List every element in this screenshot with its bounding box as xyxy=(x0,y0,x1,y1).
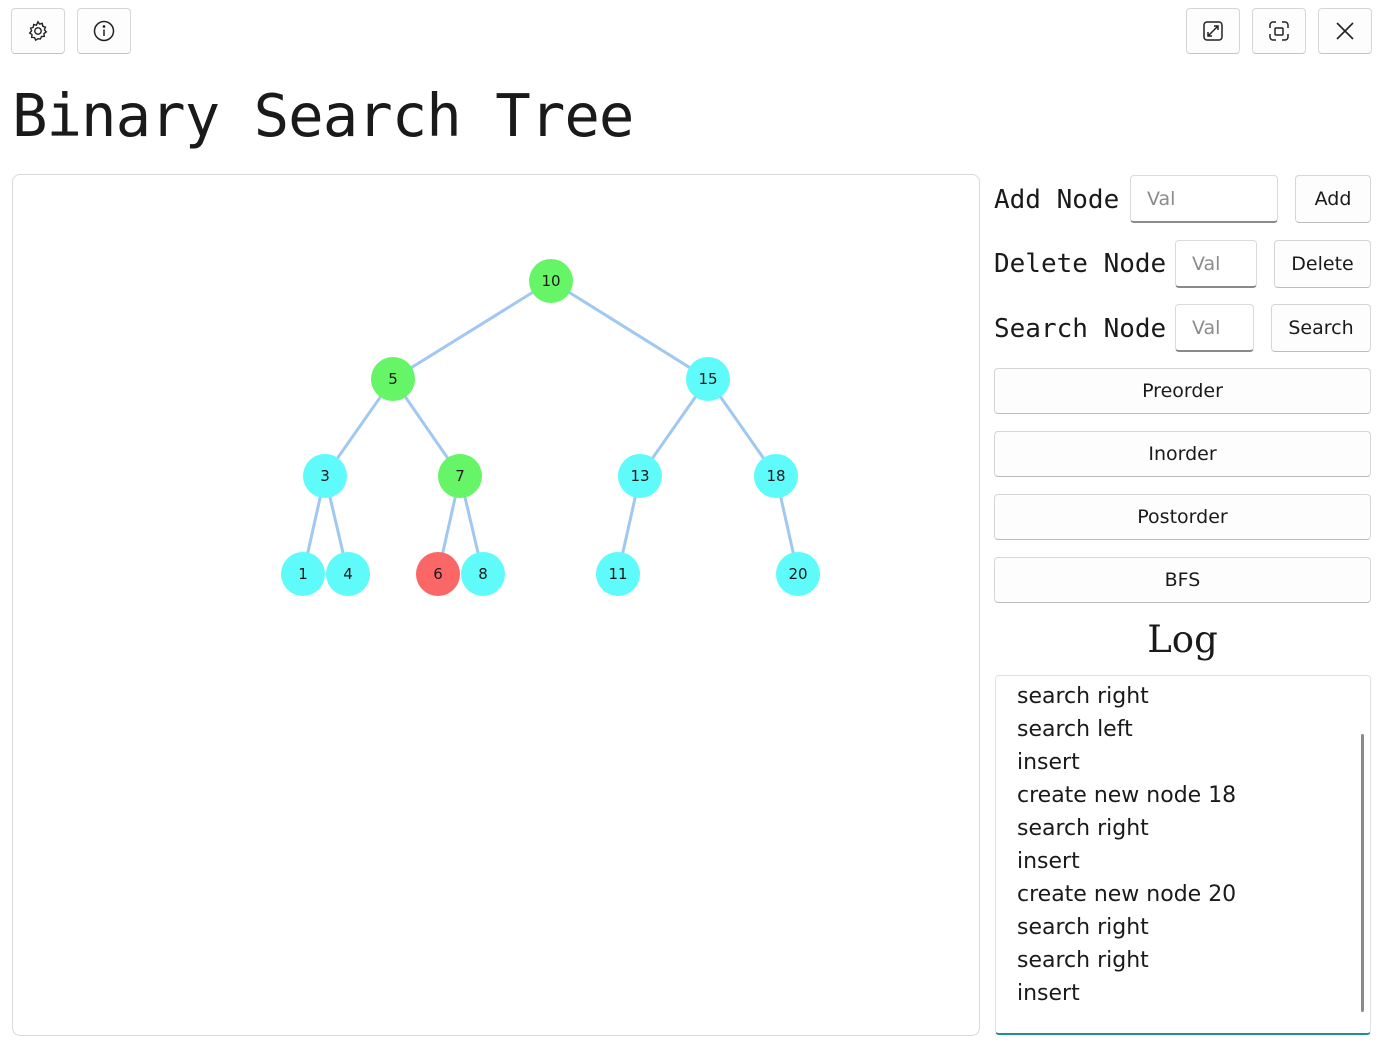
tree-node-11[interactable]: 11 xyxy=(596,552,640,596)
close-button[interactable] xyxy=(1318,8,1372,54)
log-title: Log xyxy=(1147,618,1218,661)
delete-value-input[interactable] xyxy=(1175,240,1257,288)
tree-node-label: 3 xyxy=(320,467,330,485)
tree-node-label: 18 xyxy=(766,467,785,485)
search-value-input[interactable] xyxy=(1175,304,1254,352)
tree-canvas[interactable]: 10 5 15 3 7 13 18 1 4 6 8 11 20 xyxy=(12,174,980,1036)
resize-button[interactable] xyxy=(1186,8,1240,54)
tree-node-label: 4 xyxy=(343,565,353,583)
log-entry: create new node 18 xyxy=(1017,783,1237,808)
inorder-button[interactable]: Inorder xyxy=(994,431,1371,477)
log-entry: insert xyxy=(1017,849,1080,874)
tree-node-label: 11 xyxy=(608,565,627,583)
search-button[interactable]: Search xyxy=(1271,304,1371,352)
close-icon xyxy=(1336,22,1354,40)
tree-node-13[interactable]: 13 xyxy=(618,454,662,498)
log-list: search right search left insert create n… xyxy=(996,676,1370,1010)
log-entry: search right xyxy=(1017,948,1149,973)
tree-node-5[interactable]: 5 xyxy=(371,357,415,401)
add-value-input[interactable] xyxy=(1130,175,1278,223)
settings-button[interactable] xyxy=(11,8,65,54)
tree-node-20[interactable]: 20 xyxy=(776,552,820,596)
tree-edge-10-15 xyxy=(550,279,709,381)
tree-node-label: 8 xyxy=(478,565,488,583)
resize-icon xyxy=(1203,21,1223,41)
fullscreen-button[interactable] xyxy=(1252,8,1306,54)
tree-node-6[interactable]: 6 xyxy=(416,552,460,596)
delete-node-label: Delete Node xyxy=(994,249,1167,279)
tree-node-3[interactable]: 3 xyxy=(303,454,347,498)
tree-node-label: 13 xyxy=(630,467,649,485)
log-entry: search right xyxy=(1017,816,1149,841)
log-entry: create new node 20 xyxy=(1017,882,1237,907)
log-entry: insert xyxy=(1017,981,1080,1006)
add-button[interactable]: Add xyxy=(1295,175,1371,223)
tree-node-15[interactable]: 15 xyxy=(686,357,730,401)
gear-icon xyxy=(28,20,48,42)
search-node-label: Search Node xyxy=(994,314,1167,344)
tree-edge-10-5 xyxy=(392,279,552,381)
add-node-label: Add Node xyxy=(994,185,1120,215)
postorder-button[interactable]: Postorder xyxy=(994,494,1371,540)
preorder-button[interactable]: Preorder xyxy=(994,368,1371,414)
fullscreen-icon xyxy=(1269,21,1289,41)
page-title: Binary Search Tree xyxy=(12,81,634,150)
tree-node-label: 5 xyxy=(388,370,398,388)
tree-node-label: 10 xyxy=(541,272,560,290)
tree-node-7[interactable]: 7 xyxy=(438,454,482,498)
info-icon xyxy=(93,20,115,42)
tree-node-18[interactable]: 18 xyxy=(754,454,798,498)
tree-node-label: 7 xyxy=(455,467,465,485)
log-entry: search right xyxy=(1017,684,1149,709)
tree-node-label: 6 xyxy=(433,565,443,583)
log-panel[interactable]: search right search left insert create n… xyxy=(995,675,1371,1035)
tree-node-label: 1 xyxy=(298,565,308,583)
tree-node-1[interactable]: 1 xyxy=(281,552,325,596)
tree-node-10[interactable]: 10 xyxy=(529,259,573,303)
log-entry: search right xyxy=(1017,915,1149,940)
log-scrollbar[interactable] xyxy=(1361,734,1364,1012)
log-entry: search left xyxy=(1017,717,1133,742)
tree-node-4[interactable]: 4 xyxy=(326,552,370,596)
info-button[interactable] xyxy=(77,8,131,54)
log-entry: insert xyxy=(1017,750,1080,775)
bfs-button[interactable]: BFS xyxy=(994,557,1371,603)
tree-graph: 10 5 15 3 7 13 18 1 4 6 8 11 20 xyxy=(281,259,820,596)
tree-node-label: 20 xyxy=(788,565,807,583)
delete-button[interactable]: Delete xyxy=(1274,240,1371,288)
tree-node-label: 15 xyxy=(698,370,717,388)
tree-node-8[interactable]: 8 xyxy=(461,552,505,596)
